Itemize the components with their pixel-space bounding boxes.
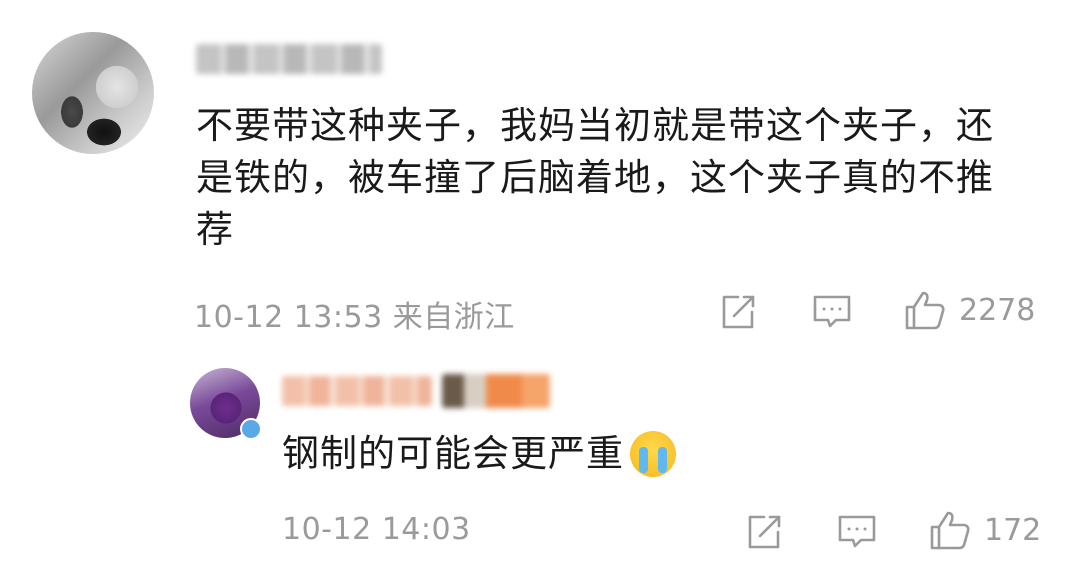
reply-meta: 10-12 14:03 [282,512,471,547]
comment-like-count: 2278 [959,292,1036,328]
reply-button[interactable] [812,293,852,331]
reply-comment-button[interactable] [837,513,877,551]
reply-like-count: 172 [984,512,1042,548]
reply-text: 钢制的可能会更严重 [282,428,982,480]
verified-badge [240,418,262,440]
comment-icon [813,295,851,328]
comment-timestamp: 10-12 13:53 [194,300,383,335]
reply-timestamp: 10-12 14:03 [282,512,471,547]
commenter-avatar[interactable] [32,32,154,154]
comment-text: 不要带这种夹子，我妈当初就是带这个夹子，还是铁的，被车撞了后脑着地，这个夹子真的… [196,104,994,251]
thumbs-up-icon [930,511,970,550]
share-button[interactable] [718,292,758,332]
reply-text-content: 钢制的可能会更严重 [282,432,624,475]
comment-location: 来自浙江 [392,300,515,335]
replier-badge-blurred [442,374,550,408]
share-icon [748,515,781,549]
replier-name-blurred[interactable] [282,376,432,406]
reply-like-button[interactable]: 172 [928,508,1041,552]
crying-face-icon [630,431,676,477]
share-icon [722,295,755,329]
comment-meta: 10-12 13:53 来自浙江 [194,292,515,336]
reply-share-button[interactable] [744,512,784,552]
comment-icon [838,515,876,548]
commenter-name-blurred[interactable] [196,44,382,74]
like-button[interactable]: 2278 [903,288,1035,332]
thumbs-up-icon [905,291,945,330]
